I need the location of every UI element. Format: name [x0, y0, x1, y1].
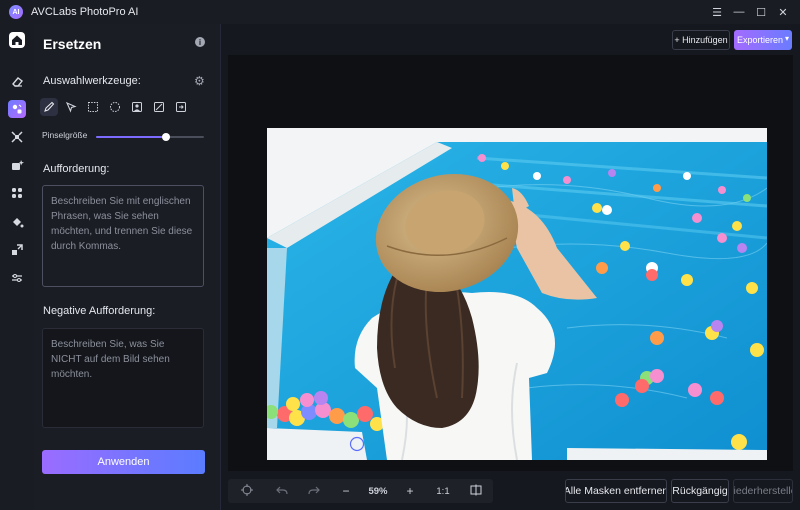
face-icon[interactable]	[8, 184, 26, 202]
enhance-icon[interactable]	[8, 156, 26, 174]
title-bar: AI AVCLabs PhotoPro AI ☰ — ☐ ✕	[0, 0, 800, 24]
side-panel: Ersetzen i Auswahlwerkzeuge: ⚙ Pinselgrö…	[34, 24, 221, 510]
prompt-label: Aufforderung:	[43, 163, 110, 175]
upscale-icon[interactable]	[8, 128, 26, 146]
brush-tool-icon[interactable]	[40, 98, 58, 116]
redo-icon[interactable]	[298, 484, 330, 499]
pointer-tool-icon[interactable]	[62, 98, 80, 116]
add-button[interactable]: + Hinzufügen	[672, 30, 730, 50]
ellipse-tool-icon[interactable]	[106, 98, 124, 116]
replace-icon[interactable]	[8, 100, 26, 118]
colorize-icon[interactable]	[8, 213, 26, 231]
prompt-input[interactable]: Beschreiben Sie mit englischen Phrasen, …	[42, 185, 204, 287]
zoom-bar: − 59% + 1:1	[228, 479, 493, 503]
home-icon[interactable]	[9, 32, 25, 48]
minimize-icon[interactable]: —	[728, 6, 750, 18]
compare-icon[interactable]	[460, 484, 492, 499]
maximize-icon[interactable]: ☐	[750, 6, 772, 19]
remove-masks-button[interactable]: Alle Masken entfernen	[565, 479, 667, 503]
selection-tools-label: Auswahlwerkzeuge:	[43, 75, 141, 87]
negative-prompt-input[interactable]: Beschreiben Sie, was Sie NICHT auf dem B…	[42, 328, 204, 428]
slider-fill	[96, 136, 167, 138]
window-controls: ☰ — ☐ ✕	[706, 0, 794, 24]
brush-size-label: Pinselgröße	[42, 130, 88, 140]
main-area: + Hinzufügen Exportieren ▾ − 59% + 1:1 A…	[221, 24, 800, 510]
export-label: Exportieren	[737, 35, 784, 45]
zoom-in-button[interactable]: +	[394, 484, 426, 498]
selection-tools	[40, 98, 190, 116]
export-button[interactable]: Exportieren ▾	[734, 30, 792, 50]
photo-preview[interactable]	[267, 128, 767, 460]
undo-icon[interactable]	[266, 484, 298, 499]
panel-title: Ersetzen	[43, 36, 102, 52]
close-icon[interactable]: ✕	[772, 6, 794, 19]
slider-thumb[interactable]	[162, 133, 171, 141]
info-icon[interactable]: i	[195, 37, 205, 47]
actual-size-button[interactable]: 1:1	[426, 486, 460, 497]
brush-size-slider[interactable]	[96, 133, 204, 141]
redo-button[interactable]: Wiederherstellen	[733, 479, 793, 503]
chevron-down-icon[interactable]: ▾	[785, 34, 789, 43]
resize-icon[interactable]	[8, 241, 26, 259]
negative-prompt-label: Negative Aufforderung:	[43, 305, 156, 317]
zoom-value: 59%	[368, 485, 388, 497]
gear-icon[interactable]: ⚙	[194, 74, 205, 88]
undo-button[interactable]: Rückgängig	[671, 479, 729, 503]
app-title: AVCLabs PhotoPro AI	[31, 6, 139, 18]
portrait-select-icon[interactable]	[128, 98, 146, 116]
rectangle-tool-icon[interactable]	[84, 98, 102, 116]
apply-button[interactable]: Anwenden	[42, 450, 205, 474]
adjust-icon[interactable]	[8, 269, 26, 287]
zoom-out-button[interactable]: −	[330, 484, 362, 498]
left-rail	[0, 24, 34, 510]
import-mask-icon[interactable]	[172, 98, 190, 116]
photo-image	[267, 128, 767, 460]
invert-select-icon[interactable]	[150, 98, 168, 116]
canvas-area[interactable]	[228, 55, 793, 471]
fit-icon[interactable]	[228, 483, 266, 499]
menu-icon[interactable]: ☰	[706, 6, 728, 19]
eraser-icon[interactable]	[8, 72, 26, 90]
app-logo-icon: AI	[9, 5, 23, 19]
